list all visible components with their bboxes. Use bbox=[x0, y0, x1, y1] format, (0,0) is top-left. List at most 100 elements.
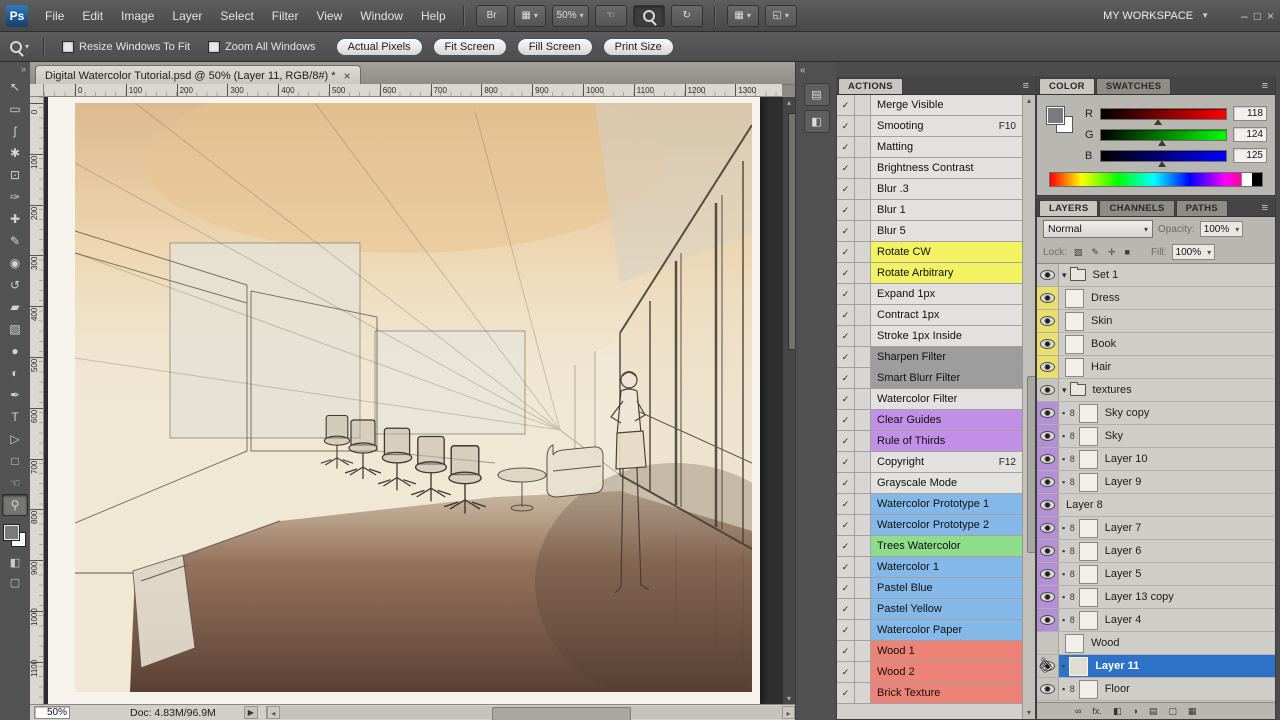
panel-menu-icon[interactable]: ≡ bbox=[1257, 80, 1273, 94]
action-item[interactable]: ✓ Expand 1px bbox=[837, 284, 1022, 305]
action-item[interactable]: ✓ Copyright F12 bbox=[837, 452, 1022, 473]
black-chip[interactable] bbox=[1252, 173, 1262, 186]
path-selection-tool[interactable]: ▷ bbox=[2, 428, 28, 450]
channel-slider[interactable] bbox=[1100, 150, 1227, 162]
action-dialog-toggle[interactable] bbox=[855, 578, 871, 599]
layer-style-icon[interactable]: fx. bbox=[1092, 706, 1102, 716]
action-checkbox-icon[interactable]: ✓ bbox=[837, 368, 855, 389]
action-item[interactable]: ✓ Sharpen Filter bbox=[837, 347, 1022, 368]
action-dialog-toggle[interactable] bbox=[855, 242, 871, 263]
action-checkbox-icon[interactable]: ✓ bbox=[837, 263, 855, 284]
layer-row[interactable]: ▾ ▪ 8 Sky bbox=[1037, 425, 1275, 448]
action-dialog-toggle[interactable] bbox=[855, 431, 871, 452]
layer-row[interactable]: ▾ Wood bbox=[1037, 632, 1275, 655]
maximize-button[interactable]: □ bbox=[1254, 9, 1261, 23]
channel-value-input[interactable]: 125 bbox=[1233, 148, 1267, 163]
layer-row[interactable]: ▾ ▪ 8 Layer 9 bbox=[1037, 471, 1275, 494]
status-menu-button[interactable]: ▶ bbox=[244, 706, 258, 719]
action-item[interactable]: ✓ Watercolor 1 bbox=[837, 557, 1022, 578]
visibility-toggle[interactable] bbox=[1037, 287, 1059, 309]
move-tool[interactable]: ↖ bbox=[2, 76, 28, 98]
scroll-up-icon[interactable]: ▴ bbox=[783, 97, 795, 109]
quick-selection-tool[interactable]: ✱ bbox=[2, 142, 28, 164]
layer-thumbnail[interactable] bbox=[1065, 335, 1084, 354]
visibility-toggle[interactable] bbox=[1037, 563, 1059, 585]
dodge-tool[interactable]: ◐ bbox=[2, 362, 28, 384]
scroll-up-icon[interactable]: ▴ bbox=[1023, 95, 1035, 107]
action-checkbox-icon[interactable]: ✓ bbox=[837, 431, 855, 452]
new-layer-icon[interactable]: ▢ bbox=[1168, 706, 1177, 717]
visibility-toggle[interactable] bbox=[1037, 379, 1059, 401]
history-brush-tool[interactable]: ↺ bbox=[2, 274, 28, 296]
layer-row[interactable]: ▾ Layer 8 bbox=[1037, 494, 1275, 517]
action-item[interactable]: ✓ Rule of Thirds bbox=[837, 431, 1022, 452]
action-dialog-toggle[interactable] bbox=[855, 158, 871, 179]
layer-thumbnail[interactable] bbox=[1079, 542, 1098, 561]
panel-menu-icon[interactable]: ≡ bbox=[1018, 80, 1034, 94]
scroll-left-icon[interactable]: ◂ bbox=[267, 706, 280, 719]
action-checkbox-icon[interactable]: ✓ bbox=[837, 557, 855, 578]
visibility-toggle[interactable] bbox=[1037, 310, 1059, 332]
blur-tool[interactable]: ● bbox=[2, 340, 28, 362]
visibility-toggle[interactable] bbox=[1037, 586, 1059, 608]
fill-input[interactable]: 100%▾ bbox=[1172, 244, 1216, 260]
pen-tool[interactable]: ✒ bbox=[2, 384, 28, 406]
action-checkbox-icon[interactable]: ✓ bbox=[837, 641, 855, 662]
layer-thumbnail[interactable] bbox=[1065, 312, 1084, 331]
canvas-page[interactable] bbox=[48, 97, 760, 705]
action-dialog-toggle[interactable] bbox=[855, 116, 871, 137]
visibility-toggle[interactable] bbox=[1037, 494, 1059, 516]
color-spectrum-ramp[interactable] bbox=[1049, 172, 1263, 187]
action-item[interactable]: ✓ Watercolor Paper bbox=[837, 620, 1022, 641]
action-checkbox-icon[interactable]: ✓ bbox=[837, 284, 855, 305]
action-dialog-toggle[interactable] bbox=[855, 179, 871, 200]
action-item[interactable]: ✓ Wood 1 bbox=[837, 641, 1022, 662]
action-dialog-toggle[interactable] bbox=[855, 368, 871, 389]
action-item[interactable]: ✓ Rotate Arbitrary bbox=[837, 263, 1022, 284]
foreground-color-swatch[interactable] bbox=[4, 525, 19, 540]
lasso-tool[interactable]: ʃ bbox=[2, 120, 28, 142]
link-layers-icon[interactable]: ∞ bbox=[1075, 706, 1081, 716]
action-checkbox-icon[interactable]: ✓ bbox=[837, 305, 855, 326]
scroll-down-icon[interactable]: ▾ bbox=[1023, 707, 1035, 719]
action-checkbox-icon[interactable]: ✓ bbox=[837, 200, 855, 221]
channel-value-input[interactable]: 124 bbox=[1233, 127, 1267, 142]
marquee-tool[interactable]: ▭ bbox=[2, 98, 28, 120]
action-checkbox-icon[interactable]: ✓ bbox=[837, 158, 855, 179]
layer-thumbnail[interactable] bbox=[1079, 450, 1098, 469]
healing-brush-tool[interactable]: ✚ bbox=[2, 208, 28, 230]
action-item[interactable]: ✓ Smooting F10 bbox=[837, 116, 1022, 137]
opacity-input[interactable]: 100%▾ bbox=[1200, 221, 1244, 237]
delete-layer-icon[interactable]: ▦ bbox=[1188, 706, 1197, 717]
layers-panel-tab[interactable]: PATHS bbox=[1176, 200, 1228, 216]
action-checkbox-icon[interactable]: ✓ bbox=[837, 599, 855, 620]
scroll-right-icon[interactable]: ▸ bbox=[782, 706, 795, 719]
visibility-toggle[interactable] bbox=[1037, 448, 1059, 470]
vertical-scrollbar[interactable]: ▴ ▾ bbox=[782, 97, 795, 705]
action-checkbox-icon[interactable]: ✓ bbox=[837, 578, 855, 599]
layer-thumbnail[interactable] bbox=[1079, 427, 1098, 446]
zoom-level-select[interactable]: 50%▾ bbox=[552, 5, 589, 27]
canvas-area[interactable] bbox=[44, 97, 782, 705]
action-item[interactable]: ✓ Pastel Blue bbox=[837, 578, 1022, 599]
action-dialog-toggle[interactable] bbox=[855, 641, 871, 662]
arrange-documents-button[interactable]: ▦▾ bbox=[727, 5, 759, 27]
zoom-tool[interactable]: ⚲ bbox=[2, 494, 28, 516]
layer-thumbnail[interactable] bbox=[1065, 634, 1084, 653]
lock-pixels-icon[interactable]: ✎ bbox=[1089, 246, 1101, 259]
action-dialog-toggle[interactable] bbox=[855, 347, 871, 368]
layer-thumbnail[interactable] bbox=[1079, 565, 1098, 584]
hand-tool-button[interactable]: ☜ bbox=[595, 5, 627, 27]
group-expander[interactable]: ▾ bbox=[1062, 384, 1086, 396]
zoom-percent-input[interactable]: 50% bbox=[34, 706, 70, 719]
quick-mask-button[interactable]: ◧ bbox=[2, 552, 28, 572]
layer-row[interactable]: ▾ ▪ 8 Floor bbox=[1037, 678, 1275, 701]
slider-marker-icon[interactable] bbox=[1158, 161, 1166, 167]
layer-row[interactable]: ▾ ▪ 8 Layer 10 bbox=[1037, 448, 1275, 471]
action-dialog-toggle[interactable] bbox=[855, 95, 871, 116]
action-item[interactable]: ✓ Brick Texture bbox=[837, 683, 1022, 704]
slider-marker-icon[interactable] bbox=[1154, 119, 1162, 125]
options-button[interactable]: Fit Screen bbox=[433, 38, 507, 56]
layer-row[interactable]: ▾ ▪ 8 Layer 5 bbox=[1037, 563, 1275, 586]
screen-mode-button[interactable]: ◱▾ bbox=[765, 5, 797, 27]
